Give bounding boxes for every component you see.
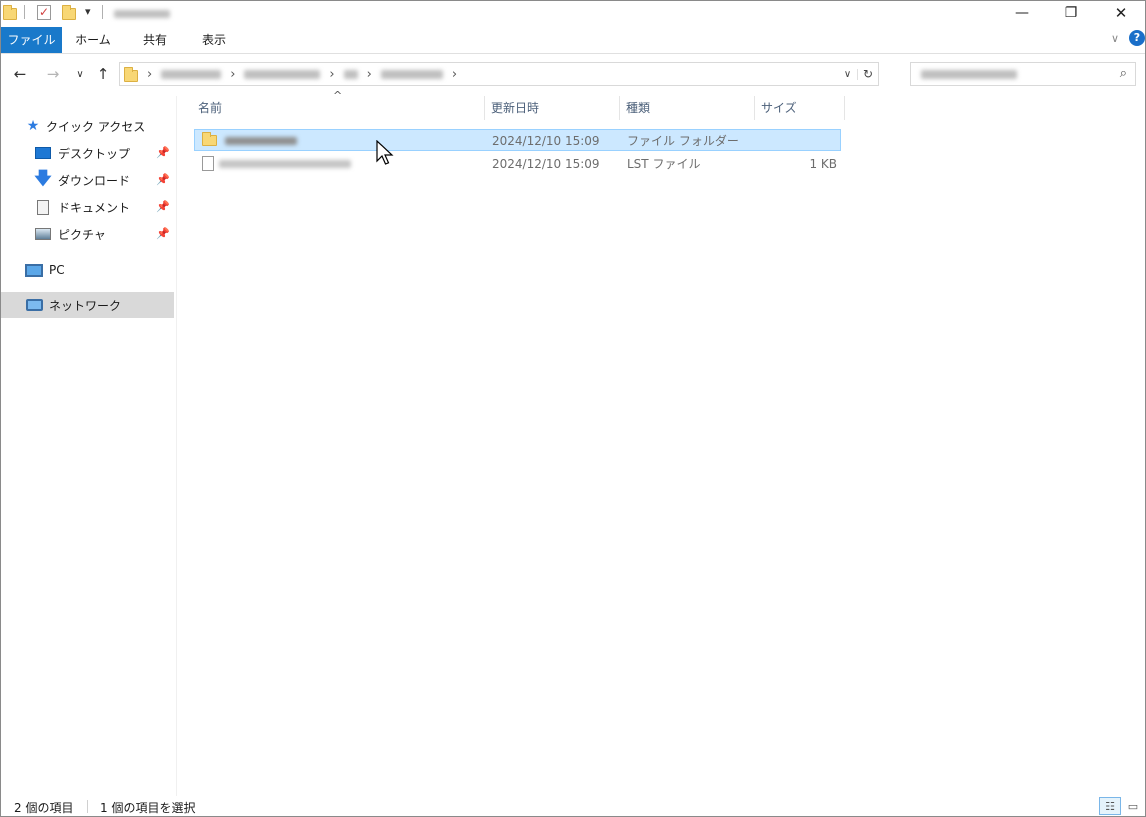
ribbon-controls: ∨ ?: [1111, 30, 1145, 46]
ribbon-tabs: ファイル ホーム 共有 表示 ∨ ?: [1, 27, 1145, 54]
details-view-button[interactable]: ☷: [1099, 797, 1121, 815]
chevron-right-icon[interactable]: ›: [230, 67, 235, 82]
sidebar-item-label: ピクチャ: [58, 227, 106, 242]
explorer-window: ✓ ▾ — ❐ ✕ ファイル ホーム 共有 表示 ∨ ? ← → ∨ ↑ › ›: [0, 0, 1146, 817]
forward-button[interactable]: →: [42, 63, 64, 85]
document-icon: [34, 199, 52, 215]
sidebar-item-label: デスクトップ: [58, 146, 131, 161]
star-icon: ★: [26, 118, 40, 134]
properties-icon[interactable]: ✓: [37, 5, 51, 20]
mouse-cursor-icon: [376, 140, 394, 165]
sidebar-item-label: クイック アクセス: [46, 119, 146, 134]
large-icons-view-button[interactable]: ▭: [1122, 797, 1144, 815]
breadcrumb-item-redacted[interactable]: [343, 69, 358, 79]
chevron-right-icon[interactable]: ›: [329, 67, 334, 82]
address-controls: ∨ ↻: [838, 63, 878, 85]
quick-access-toolbar: [3, 5, 17, 20]
file-name-redacted: [225, 137, 297, 145]
details-view-icon: ☷: [1105, 799, 1115, 813]
column-header-size[interactable]: サイズ: [757, 96, 845, 120]
breadcrumb-item-redacted[interactable]: [244, 69, 321, 79]
breadcrumb: › › › › ›: [124, 63, 457, 85]
download-icon: 🡇: [34, 168, 52, 189]
pin-icon: 📌: [156, 227, 170, 240]
sidebar-item-label: ダウンロード: [58, 173, 131, 188]
restore-button[interactable]: ❐: [1048, 1, 1094, 25]
search-placeholder-redacted: [921, 70, 1017, 79]
folder-icon: [202, 132, 217, 146]
sidebar-item-label: ネットワーク: [49, 298, 122, 313]
tab-view[interactable]: 表示: [186, 27, 242, 53]
folder-icon: [124, 66, 138, 82]
desktop-icon: [34, 145, 52, 161]
breadcrumb-item-redacted[interactable]: [380, 69, 443, 79]
expand-ribbon-icon[interactable]: ∨: [1111, 32, 1119, 45]
address-dropdown-icon[interactable]: ∨: [838, 68, 858, 80]
sidebar-item-label: ドキュメント: [58, 200, 131, 215]
type-cell: LST ファイル: [627, 157, 701, 171]
sidebar-item-pictures[interactable]: ピクチャ 📌: [34, 221, 174, 247]
window-title-redacted: [114, 10, 170, 18]
search-input[interactable]: ⌕: [910, 62, 1136, 86]
back-button[interactable]: ←: [9, 63, 31, 85]
pin-icon: 📌: [156, 173, 170, 186]
network-icon: [25, 297, 43, 313]
selection-count: 1 個の項目を選択: [100, 801, 196, 815]
minimize-button[interactable]: —: [999, 1, 1045, 25]
tab-share[interactable]: 共有: [127, 27, 183, 53]
refresh-icon[interactable]: ↻: [858, 67, 878, 81]
picture-icon: [34, 226, 52, 242]
pc-icon: [25, 262, 43, 278]
file-name-redacted: [219, 160, 351, 168]
sidebar-item-quick-access[interactable]: ★ クイック アクセス: [26, 113, 174, 139]
chevron-right-icon[interactable]: ›: [367, 67, 372, 82]
pin-icon: 📌: [156, 200, 170, 213]
table-row[interactable]: 2024/12/10 15:09 LST ファイル 1 KB: [194, 153, 841, 175]
folder-icon: [3, 5, 17, 20]
file-icon: [202, 156, 214, 171]
chevron-right-icon[interactable]: ›: [147, 67, 152, 82]
file-list: ^ 名前 更新日時 種類 サイズ 2024/12/10 15:09 ファイル フ…: [178, 89, 1144, 796]
recent-locations-button[interactable]: ∨: [69, 63, 91, 85]
date-cell: 2024/12/10 15:09: [492, 157, 600, 171]
help-icon[interactable]: ?: [1129, 30, 1145, 46]
navigation-pane: ★ クイック アクセス デスクトップ 📌 🡇 ダウンロード 📌 ドキュメント 📌…: [1, 96, 177, 796]
size-cell: 1 KB: [809, 157, 837, 171]
separator: [102, 5, 103, 19]
type-cell: ファイル フォルダー: [627, 134, 739, 148]
large-icons-view-icon: ▭: [1127, 799, 1139, 813]
title-bar: ✓ ▾ — ❐ ✕: [1, 1, 1145, 27]
separator: [87, 800, 88, 813]
close-button[interactable]: ✕: [1098, 1, 1144, 25]
pin-icon: 📌: [156, 146, 170, 159]
tab-home[interactable]: ホーム: [65, 27, 121, 53]
column-header-date[interactable]: 更新日時: [487, 96, 620, 120]
table-row[interactable]: 2024/12/10 15:09 ファイル フォルダー: [194, 129, 841, 151]
up-button[interactable]: ↑: [92, 63, 114, 85]
sidebar-item-network[interactable]: ネットワーク: [1, 292, 174, 318]
new-folder-icon[interactable]: [62, 5, 76, 20]
sidebar-item-pc[interactable]: PC: [25, 257, 174, 283]
chevron-right-icon[interactable]: ›: [452, 67, 457, 82]
search-icon[interactable]: ⌕: [1120, 66, 1127, 81]
sidebar-item-downloads[interactable]: 🡇 ダウンロード 📌: [34, 167, 174, 193]
sidebar-item-documents[interactable]: ドキュメント 📌: [34, 194, 174, 220]
separator: [24, 5, 25, 19]
sidebar-item-label: PC: [49, 263, 65, 277]
sidebar-item-desktop[interactable]: デスクトップ 📌: [34, 140, 174, 166]
customize-toolbar-icon[interactable]: ▾: [85, 5, 91, 18]
navigation-bar: ← → ∨ ↑ › › › › › ∨ ↻ ⌕: [1, 59, 1145, 89]
column-header-type[interactable]: 種類: [622, 96, 755, 120]
status-bar: 2 個の項目 1 個の項目を選択 ☷ ▭: [1, 796, 1145, 816]
tab-file[interactable]: ファイル: [1, 27, 62, 53]
item-count: 2 個の項目: [14, 801, 74, 815]
column-header-name[interactable]: 名前: [194, 96, 485, 120]
date-cell: 2024/12/10 15:09: [492, 134, 600, 148]
breadcrumb-item-redacted[interactable]: [161, 69, 222, 79]
address-bar[interactable]: › › › › › ∨ ↻: [119, 62, 879, 86]
